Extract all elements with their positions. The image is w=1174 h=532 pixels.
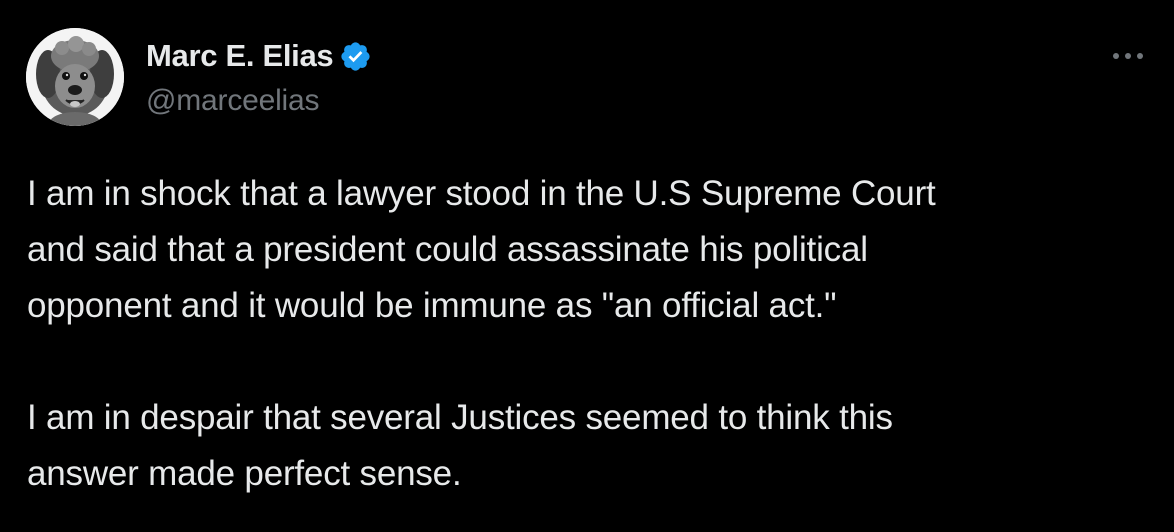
tweet-line: I am in despair that several Justices se… — [27, 398, 893, 437]
more-options-icon[interactable] — [1110, 44, 1146, 68]
avatar[interactable] — [26, 28, 124, 126]
author-display-name[interactable]: Marc E. Elias — [146, 36, 334, 76]
tweet-card: Marc E. Elias @marceelias I am in shock … — [0, 0, 1174, 532]
tweet-line: and said that a president could assassin… — [27, 230, 868, 269]
author-handle[interactable]: @marceelias — [146, 82, 320, 120]
tweet-line: I am in shock that a lawyer stood in the… — [27, 174, 936, 213]
tweet-line: answer made perfect sense. — [27, 454, 462, 493]
tweet-paragraph: I am in shock that a lawyer stood in the… — [27, 166, 1137, 334]
dog-avatar-image — [26, 28, 124, 126]
tweet-paragraph: I am in despair that several Justices se… — [27, 390, 1137, 502]
author-name-row: Marc E. Elias — [146, 36, 372, 76]
verified-badge-icon[interactable] — [339, 40, 372, 73]
tweet-line: opponent and it would be immune as "an o… — [27, 286, 837, 325]
tweet-text: I am in shock that a lawyer stood in the… — [27, 166, 1137, 502]
